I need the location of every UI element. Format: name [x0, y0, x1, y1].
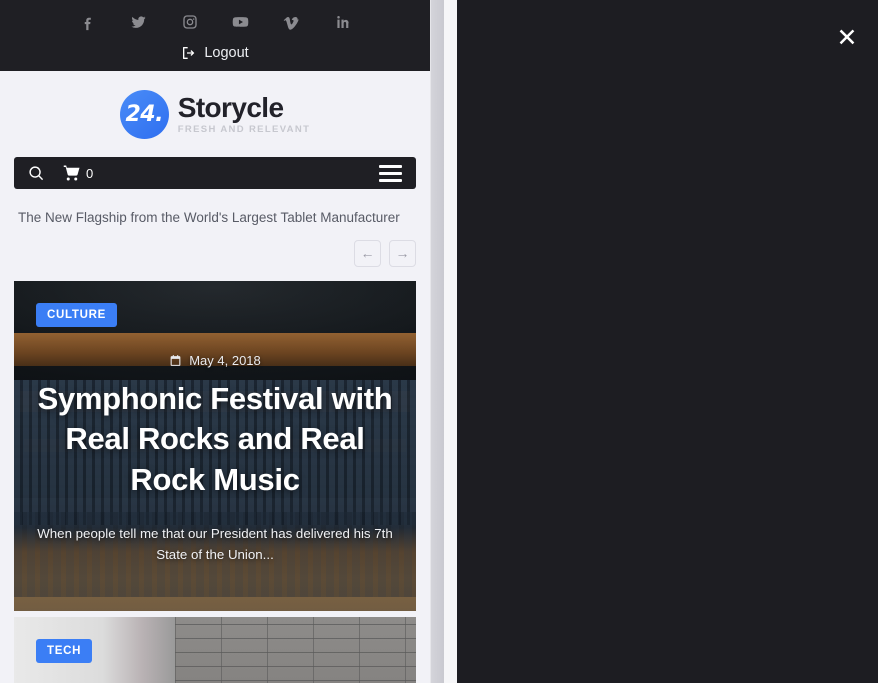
social-links — [0, 7, 430, 37]
site-logo[interactable]: 24. Storycle FRESH AND RELEVANT — [0, 71, 430, 157]
logo-badge: 24. — [119, 89, 169, 139]
logout-label: Logout — [204, 45, 249, 61]
instagram-icon[interactable] — [181, 14, 198, 31]
brick-texture — [174, 616, 416, 683]
twitter-icon[interactable] — [130, 14, 147, 31]
main-navbar: 0 — [14, 157, 416, 189]
burger-line — [379, 178, 402, 182]
ticker-headline[interactable]: The New Flagship from the World's Larges… — [0, 189, 430, 226]
top-utility-bar: Logout — [0, 0, 430, 71]
overlay-panel: ✕ — [457, 0, 878, 683]
burger-line — [379, 171, 402, 175]
category-badge[interactable]: TECH — [36, 638, 93, 663]
cart-icon — [63, 164, 81, 182]
logo-name: Storycle — [177, 92, 284, 124]
ticker-nav: ← → — [0, 226, 430, 267]
article-title[interactable]: Symphonic Festival with Real Rocks and R… — [30, 379, 400, 501]
screen-root: Logout 24. Storycle FRESH AND RELEVANT 0… — [0, 0, 878, 683]
facebook-icon[interactable] — [79, 14, 96, 31]
close-icon[interactable]: ✕ — [833, 24, 861, 52]
article-list: CULTURE May 4, 2018 Symphonic Festival w… — [0, 267, 430, 683]
article-text-block: May 4, 2018 Symphonic Festival with Real… — [14, 353, 416, 566]
vimeo-icon[interactable] — [283, 14, 300, 31]
logo-tagline: FRESH AND RELEVANT — [177, 123, 311, 135]
article-card[interactable]: TECH — [14, 616, 416, 683]
calendar-icon — [169, 354, 182, 367]
article-card[interactable]: CULTURE May 4, 2018 Symphonic Festival w… — [14, 280, 416, 611]
linkedin-icon[interactable] — [334, 14, 351, 31]
cart-widget[interactable]: 0 — [63, 164, 93, 182]
page-scrollbar[interactable] — [430, 0, 457, 683]
article-excerpt: When people tell me that our President h… — [37, 526, 393, 563]
logout-icon — [181, 45, 197, 61]
search-icon[interactable] — [28, 165, 45, 182]
hamburger-menu-icon[interactable] — [379, 164, 402, 182]
cart-count: 0 — [86, 165, 94, 181]
logo-wordmark: Storycle FRESH AND RELEVANT — [177, 92, 311, 135]
burger-line — [379, 164, 402, 168]
website-pane: Logout 24. Storycle FRESH AND RELEVANT 0… — [0, 0, 430, 683]
youtube-icon[interactable] — [232, 14, 249, 31]
ticker-next-button[interactable]: → — [389, 239, 416, 267]
logout-link[interactable]: Logout — [0, 40, 430, 66]
category-badge[interactable]: CULTURE — [36, 302, 117, 327]
scrollbar-thumb[interactable] — [431, 0, 444, 683]
ticker-prev-button[interactable]: ← — [354, 239, 381, 267]
navbar-left-group: 0 — [28, 164, 93, 182]
article-date-text: May 4, 2018 — [189, 352, 261, 368]
article-date: May 4, 2018 — [30, 353, 400, 368]
